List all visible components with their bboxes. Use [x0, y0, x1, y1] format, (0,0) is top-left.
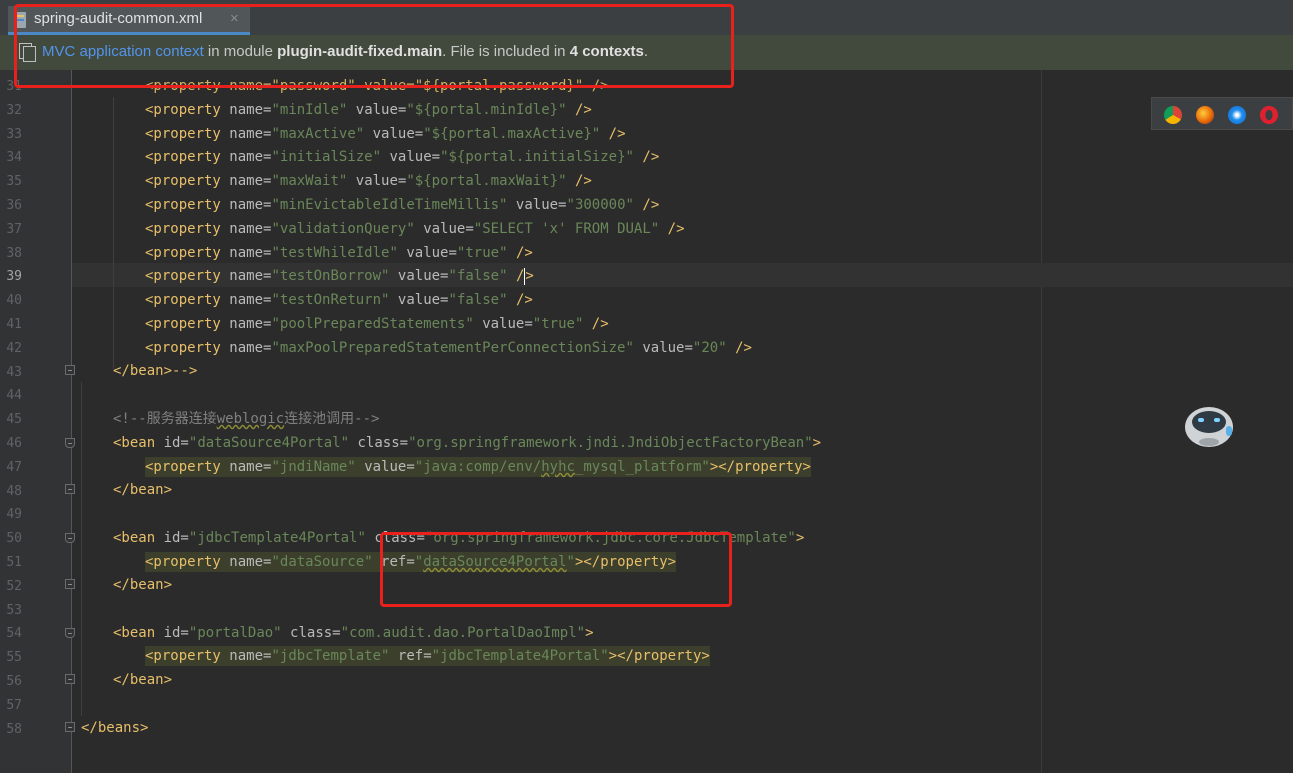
- line-number: 36: [6, 198, 22, 213]
- code-line-43[interactable]: </bean>-->: [113, 362, 197, 380]
- code-line-56[interactable]: </bean>: [113, 671, 172, 689]
- code-line-37[interactable]: <property name="validationQuery" value="…: [145, 220, 685, 238]
- line-number: 47: [6, 459, 22, 475]
- assistant-robot-icon[interactable]: [1183, 402, 1235, 448]
- code-line-45[interactable]: <!--服务器连接weblogic连接池调用-->: [113, 410, 379, 428]
- fold-marker[interactable]: [65, 722, 75, 732]
- opera-icon[interactable]: [1260, 106, 1278, 124]
- line-number: 46: [6, 436, 22, 451]
- line-number: 33: [6, 126, 22, 142]
- line-number: 49: [6, 507, 22, 523]
- fold-marker[interactable]: [65, 484, 75, 494]
- line-number: 57: [6, 697, 22, 713]
- code-line-47[interactable]: <property name="jndiName" value="java:co…: [145, 457, 811, 477]
- line-number: 56: [6, 674, 22, 689]
- line-number: 55: [6, 650, 22, 666]
- line-number: 44: [6, 388, 22, 404]
- line-number: 39: [6, 269, 22, 285]
- indent-guide: [81, 382, 82, 716]
- browser-preview-bar: [1151, 97, 1293, 130]
- annotation-box-header: [14, 4, 734, 88]
- line-number: 58: [6, 721, 22, 737]
- firefox-icon[interactable]: [1196, 106, 1214, 124]
- code-line-35[interactable]: <property name="maxWait" value="${portal…: [145, 172, 592, 190]
- code-line-39[interactable]: <property name="testOnBorrow" value="fal…: [145, 267, 534, 285]
- right-margin-guide: [1041, 70, 1042, 773]
- annotation-box-ref: [380, 532, 732, 607]
- fold-marker[interactable]: [65, 365, 75, 375]
- line-number: 34: [6, 150, 22, 166]
- line-number: 38: [6, 245, 22, 261]
- code-line-36[interactable]: <property name="minEvictableIdleTimeMill…: [145, 196, 659, 214]
- line-number: 51: [6, 555, 22, 570]
- line-number: 42: [6, 340, 22, 356]
- line-number: 32: [6, 102, 22, 118]
- code-line-48[interactable]: </bean>: [113, 481, 172, 499]
- line-number: 50: [6, 531, 22, 547]
- code-line-46[interactable]: <bean id="dataSource4Portal" class="org.…: [113, 434, 821, 452]
- safari-icon[interactable]: [1228, 106, 1246, 124]
- code-line-58[interactable]: </beans>: [81, 719, 148, 737]
- line-number: 45: [6, 412, 22, 428]
- fold-marker[interactable]: [65, 438, 75, 448]
- fold-marker[interactable]: [65, 628, 75, 638]
- code-line-32[interactable]: <property name="minIdle" value="${portal…: [145, 101, 592, 119]
- code-line-34[interactable]: <property name="initialSize" value="${po…: [145, 148, 659, 166]
- line-number: 35: [6, 174, 22, 190]
- line-number: 37: [6, 221, 22, 237]
- line-number: 53: [6, 602, 22, 618]
- line-number: 54: [6, 626, 22, 642]
- indent-guide: [113, 97, 114, 369]
- chrome-icon[interactable]: [1164, 106, 1182, 124]
- line-number: 41: [6, 317, 22, 332]
- code-line-42[interactable]: <property name="maxPoolPreparedStatement…: [145, 339, 752, 357]
- code-line-38[interactable]: <property name="testWhileIdle" value="tr…: [145, 244, 533, 262]
- fold-marker[interactable]: [65, 579, 75, 589]
- code-line-52[interactable]: </bean>: [113, 576, 172, 594]
- code-line-41[interactable]: <property name="poolPreparedStatements" …: [145, 315, 609, 333]
- code-line-55[interactable]: <property name="jdbcTemplate" ref="jdbcT…: [145, 646, 710, 666]
- line-number: 52: [6, 578, 22, 594]
- line-number: 43: [6, 364, 22, 380]
- code-line-40[interactable]: <property name="testOnReturn" value="fal…: [145, 291, 533, 309]
- code-line-33[interactable]: <property name="maxActive" value="${port…: [145, 125, 626, 143]
- fold-marker[interactable]: [65, 533, 75, 543]
- line-number: 40: [6, 293, 22, 309]
- code-line-54[interactable]: <bean id="portalDao" class="com.audit.da…: [113, 624, 594, 642]
- fold-marker[interactable]: [65, 674, 75, 684]
- line-number: 48: [6, 483, 22, 499]
